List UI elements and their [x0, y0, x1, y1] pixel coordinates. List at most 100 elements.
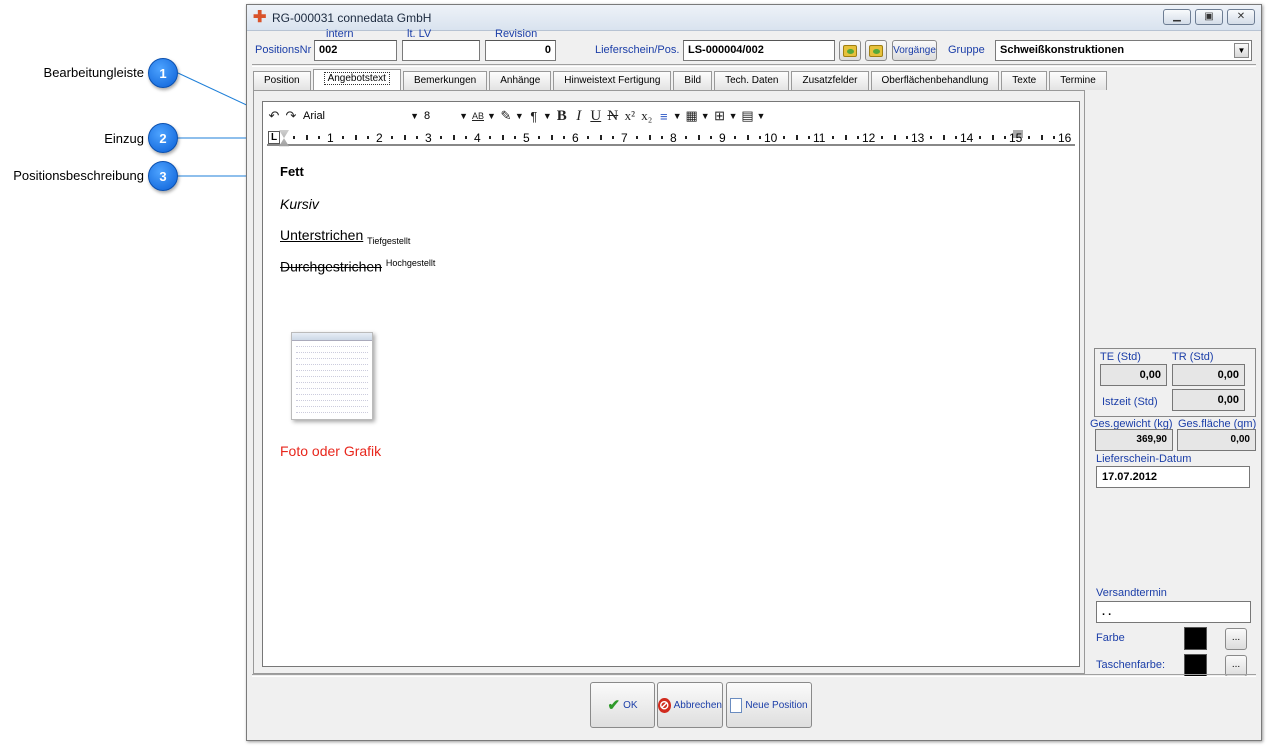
ruler-tick [893, 135, 896, 140]
gruppe-select[interactable]: Schweißkonstruktionen ▼ [995, 40, 1252, 61]
text-bold: Fett [280, 164, 304, 179]
ruler-number: 11 [813, 131, 826, 145]
lieferschein-goto-button[interactable] [865, 40, 887, 61]
embedded-image[interactable] [291, 332, 373, 420]
ruler-tick [464, 136, 467, 139]
ok-label: OK [623, 699, 638, 711]
tab-stop-selector[interactable]: L [268, 131, 280, 144]
app-icon: ✚ [253, 8, 267, 26]
ruler-tick [293, 136, 296, 139]
text-underline: Unterstrichen [280, 227, 364, 243]
tab-hinweistext-fertigung[interactable]: Hinweistext Fertigung [553, 71, 672, 90]
tab-bar: Position Angebotstext Bemerkungen Anhäng… [253, 69, 1109, 90]
line-strike: Durchgestrichen Hochgestellt [280, 258, 435, 275]
farbe-swatch[interactable] [1184, 627, 1207, 650]
chevron-down-icon[interactable]: ▼ [673, 111, 682, 121]
check-icon: ✔ [607, 697, 621, 714]
title-bar[interactable]: ✚ RG-000031 connedata GmbH ▁ ▣ ✕ [247, 5, 1261, 31]
font-size-select[interactable]: 8 ▼ [422, 108, 468, 124]
chevron-down-icon[interactable]: ▼ [487, 111, 496, 121]
ruler-tick [452, 135, 455, 140]
chevron-down-icon[interactable]: ▼ [701, 111, 710, 121]
tab-oberflaechenbehandlung[interactable]: Oberflächenbehandlung [870, 71, 1000, 90]
callout-label-bearbeitungleiste: Bearbeitungleiste [43, 65, 144, 80]
chevron-down-icon[interactable]: ▼ [729, 111, 738, 121]
redo-icon[interactable]: ↷ [284, 107, 298, 125]
superscript-button[interactable]: x² [623, 107, 637, 125]
maximize-button[interactable]: ▣ [1195, 9, 1223, 25]
lieferschein-field[interactable]: LS-000004/002 [683, 40, 835, 61]
ruler-tick [562, 136, 565, 139]
lt-lv-field[interactable] [402, 40, 480, 61]
ruler-number: 3 [425, 131, 432, 145]
positionsnr-field[interactable]: 002 [314, 40, 397, 61]
text-strike: Durchgestrichen [280, 258, 382, 275]
cancel-icon: ⊘ [658, 697, 671, 713]
revision-field[interactable]: 0 [485, 40, 556, 61]
paragraph-icon[interactable]: ¶ [527, 107, 541, 125]
ruler-tick [648, 135, 651, 140]
ruler-tick [1003, 136, 1006, 139]
insert-table-icon[interactable]: ▦ [685, 107, 699, 125]
undo-icon[interactable]: ↶ [267, 107, 281, 125]
positionsnr-label: PositionsNr [255, 44, 312, 56]
italic-button[interactable]: I [572, 107, 586, 125]
bold-button[interactable]: B [555, 107, 569, 125]
tab-angebotstext[interactable]: Angebotstext [312, 69, 401, 90]
borders-icon[interactable]: ⊞ [713, 107, 727, 125]
callout-label-einzug: Einzug [104, 131, 144, 146]
tr-field[interactable]: 0,00 [1172, 364, 1245, 386]
neue-position-button[interactable]: Neue Position [726, 682, 812, 728]
close-button[interactable]: ✕ [1227, 9, 1255, 25]
farbe-picker-button[interactable]: ... [1225, 628, 1247, 650]
ruler-tick [954, 136, 957, 139]
tab-bemerkungen[interactable]: Bemerkungen [402, 71, 488, 90]
ok-button[interactable]: ✔ OK [590, 682, 655, 728]
gewicht-field[interactable]: 369,90 [1095, 429, 1173, 451]
tab-position[interactable]: Position [253, 71, 311, 90]
ruler-tick [1052, 136, 1055, 139]
align-icon[interactable]: ≡ [657, 107, 671, 125]
ruler-tick [636, 136, 639, 139]
subscript-button[interactable]: x₂ [640, 107, 654, 125]
ruler-tick [758, 136, 761, 139]
tab-zusatzfelder[interactable]: Zusatzfelder [791, 71, 869, 90]
te-field[interactable]: 0,00 [1100, 364, 1167, 386]
tab-anhaenge[interactable]: Anhänge [489, 71, 552, 90]
lieferschein-open-button[interactable] [839, 40, 861, 61]
table-properties-icon[interactable]: ▤ [741, 107, 755, 125]
ruler-tick [709, 136, 712, 139]
ruler-tick [354, 135, 357, 140]
chevron-down-icon[interactable]: ▼ [1234, 43, 1249, 58]
istzeit-field[interactable]: 0,00 [1172, 389, 1245, 411]
ruler-tick [342, 136, 345, 139]
callout-label-positionsbeschreibung: Positionsbeschreibung [13, 168, 144, 183]
ruler[interactable]: L 1 2 3 4 5 6 7 8 9 10 11 12 13 14 15 16 [267, 130, 1075, 147]
chevron-down-icon[interactable]: ▼ [543, 111, 552, 121]
font-select[interactable]: Arial ▼ [301, 108, 419, 124]
tab-tech-daten[interactable]: Tech. Daten [714, 71, 790, 90]
abbrechen-button[interactable]: ⊘ Abbrechen [657, 682, 723, 728]
vorgaenge-button[interactable]: Vorgänge [892, 40, 937, 61]
lieferschein-datum-field[interactable]: 17.07.2012 [1096, 466, 1250, 488]
chevron-down-icon[interactable]: ▼ [515, 111, 524, 121]
ruler-number: 16 [1058, 131, 1072, 145]
versandtermin-field[interactable]: . . [1096, 601, 1251, 623]
flaeche-field[interactable]: 0,00 [1177, 429, 1256, 451]
chevron-down-icon[interactable]: ▼ [757, 111, 766, 121]
minimize-button[interactable]: ▁ [1163, 9, 1191, 25]
highlight-icon[interactable]: ✎ [499, 107, 513, 125]
tab-termine[interactable]: Termine [1049, 71, 1107, 90]
tab-bild[interactable]: Bild [673, 71, 713, 90]
ruler-number: 9 [719, 131, 726, 145]
rich-text-editor[interactable]: ↶ ↷ Arial ▼ 8 ▼ AB ▼ ✎ ▼ ¶ ▼ B I U N x² x₂ ≡ ▼… [262, 101, 1080, 667]
ruler-tick [942, 135, 945, 140]
underline-button[interactable]: U [589, 107, 603, 125]
ruler-tick [905, 136, 908, 139]
text-color-icon[interactable]: AB [471, 107, 485, 125]
folder-icon [869, 44, 883, 57]
indent-marker[interactable] [279, 130, 289, 147]
line-underline: Unterstrichen Tiefgestellt [280, 227, 410, 246]
tab-texte[interactable]: Texte [1001, 71, 1048, 90]
strikethrough-button[interactable]: N [606, 107, 620, 125]
